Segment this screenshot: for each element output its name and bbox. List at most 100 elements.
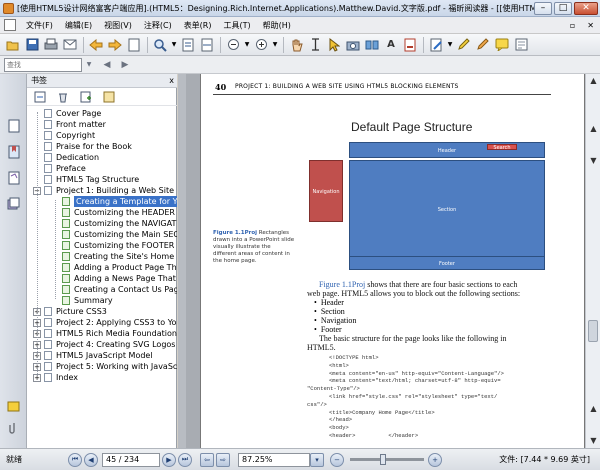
hand-icon[interactable] (287, 36, 305, 54)
figure-link[interactable]: Figure 1.1Proj (319, 280, 365, 289)
chevron-down-icon[interactable]: ▼ (170, 36, 178, 54)
pencil-icon[interactable] (474, 36, 492, 54)
bookmark-tab-icon[interactable] (6, 144, 21, 159)
doc-restore-button[interactable]: ▫ (564, 21, 581, 30)
menu-comment[interactable]: 注释(C) (138, 20, 178, 31)
doc-close-button[interactable]: ✕ (581, 21, 600, 30)
pdf-icon[interactable] (401, 36, 419, 54)
bookmark-item[interactable]: Summary (51, 295, 113, 306)
bookmark-item[interactable]: Dedication (33, 152, 99, 163)
previous-page-icon[interactable]: ◀ (84, 452, 98, 467)
bookmark-item[interactable]: Praise for the Book (33, 141, 132, 152)
layers-tab-icon[interactable] (6, 196, 21, 211)
menu-edit[interactable]: 编辑(E) (59, 20, 98, 31)
close-icon[interactable]: x (169, 74, 174, 88)
bookmark-item[interactable]: + Picture CSS3 (33, 306, 107, 317)
bookmark-item[interactable]: Front matter (33, 119, 106, 130)
bookmark-item[interactable]: Creating a Contact Us Page Th (51, 284, 177, 295)
bookmark-item[interactable]: Customizing the HEADER Elem (51, 207, 177, 218)
bookmark-item[interactable]: Customizing the Main SECTION (51, 229, 177, 240)
chevron-down-icon[interactable]: ▼ (271, 36, 279, 54)
comment-icon[interactable] (512, 36, 530, 54)
scroll-up-page-icon[interactable]: ▲ (589, 404, 598, 413)
bookmark-item[interactable]: Customizing the NAVIGATION (51, 218, 177, 229)
bookmark-item[interactable]: + HTML5 Rich Media Foundation (33, 328, 177, 339)
bookmark-item[interactable]: Customizing the FOOTER Elem (51, 240, 177, 251)
zoom-out-icon[interactable] (224, 36, 242, 54)
maximize-button[interactable]: □ (554, 1, 572, 15)
select-text-icon[interactable] (306, 36, 324, 54)
scroll-down-step-icon[interactable]: ▼ (589, 156, 598, 165)
comments-tab-icon[interactable] (6, 170, 21, 185)
zoom-level-field[interactable]: 87.25% (238, 452, 310, 467)
back-icon[interactable] (87, 36, 105, 54)
forward-view-icon[interactable]: ⇨ (216, 452, 230, 467)
bookmark-item-selected[interactable]: Creating a Template for Your (51, 196, 177, 207)
bookmark-item[interactable]: Preface (33, 163, 86, 174)
bookmark-item[interactable]: Cover Page (33, 108, 101, 119)
search-next-button[interactable]: ▶ (118, 58, 132, 72)
scroll-up-step-icon[interactable]: ▲ (589, 124, 598, 133)
text-icon[interactable]: A (382, 36, 400, 54)
bookmark-item[interactable]: + Index (33, 372, 78, 383)
scroll-up-icon[interactable]: ▲ (589, 76, 598, 85)
bookmark-properties-icon[interactable] (102, 90, 116, 104)
bookmark-item[interactable]: + HTML5 JavaScript Model (33, 350, 153, 361)
bookmark-item[interactable]: + Project 2: Applying CSS3 to Your (33, 317, 177, 328)
save-icon[interactable] (23, 36, 41, 54)
zoom-slider-thumb[interactable] (380, 454, 386, 465)
menu-form[interactable]: 表单(R) (178, 20, 218, 31)
menu-help[interactable]: 帮助(H) (257, 20, 297, 31)
select-arrow-icon[interactable] (325, 36, 343, 54)
chevron-down-icon[interactable]: ▼ (243, 36, 251, 54)
back-view-icon[interactable]: ⇦ (200, 452, 214, 467)
expand-bookmark-icon[interactable] (33, 90, 47, 104)
delete-bookmark-icon[interactable] (56, 90, 70, 104)
forward-icon[interactable] (106, 36, 124, 54)
search-prev-button[interactable]: ◀ (100, 58, 114, 72)
bookmark-item[interactable]: Adding a Product Page That U (51, 262, 177, 273)
typewriter-icon[interactable] (427, 36, 445, 54)
chevron-down-icon[interactable]: ▼ (446, 36, 454, 54)
snapshot-icon[interactable] (344, 36, 362, 54)
menu-tools[interactable]: 工具(T) (218, 20, 257, 31)
email-icon[interactable] (61, 36, 79, 54)
zoom-icon[interactable] (151, 36, 169, 54)
open-icon[interactable] (4, 36, 22, 54)
bookmark-item[interactable]: Copyright (33, 130, 95, 141)
menu-file[interactable]: 文件(F) (20, 20, 59, 31)
next-page-icon[interactable]: ▶ (162, 452, 176, 467)
scroll-thumb[interactable] (588, 320, 598, 342)
bookmark-item[interactable]: +Project 4: Creating SVG Logos and (33, 339, 177, 350)
note-icon[interactable] (493, 36, 511, 54)
panel-splitter[interactable] (178, 74, 186, 448)
fit-page-icon[interactable] (179, 36, 197, 54)
bookmark-item[interactable]: − Project 1: Building a Web Site Usi (33, 185, 177, 196)
minimize-button[interactable]: – (534, 1, 552, 15)
pages-tab-icon[interactable] (6, 118, 21, 133)
bookmark-item[interactable]: HTML5 Tag Structure (33, 174, 139, 185)
bookmark-item[interactable]: + Project 5: Working with JavaScrip (33, 361, 177, 372)
vertical-scrollbar[interactable]: ▲ ▲ ▼ ▲ ▼ (585, 74, 600, 448)
zoom-slider[interactable] (350, 454, 424, 465)
first-page-icon[interactable]: ⏮ (68, 452, 82, 467)
zoom-in-status-icon[interactable]: + (428, 452, 442, 467)
bookmark-item[interactable]: Adding a News Page That Use (51, 273, 177, 284)
fit-width-icon[interactable] (198, 36, 216, 54)
menu-view[interactable]: 视图(V) (98, 20, 138, 31)
chevron-down-icon[interactable]: ▾ (310, 452, 324, 467)
add-bookmark-icon[interactable] (79, 90, 93, 104)
notes-tab-icon[interactable] (6, 400, 21, 415)
last-page-icon[interactable]: ⏭ (178, 452, 192, 467)
page-icon[interactable] (125, 36, 143, 54)
print-icon[interactable] (42, 36, 60, 54)
close-button[interactable]: ✕ (574, 1, 598, 15)
page-number-input[interactable]: 45 / 234 (102, 452, 160, 467)
chevron-down-icon[interactable]: ▼ (82, 58, 96, 72)
scroll-down-icon[interactable]: ▼ (589, 436, 598, 445)
attachment-icon[interactable] (6, 420, 21, 435)
find-icon[interactable] (363, 36, 381, 54)
search-input[interactable] (4, 57, 82, 72)
zoom-out-status-icon[interactable]: − (330, 452, 344, 467)
highlight-icon[interactable] (455, 36, 473, 54)
